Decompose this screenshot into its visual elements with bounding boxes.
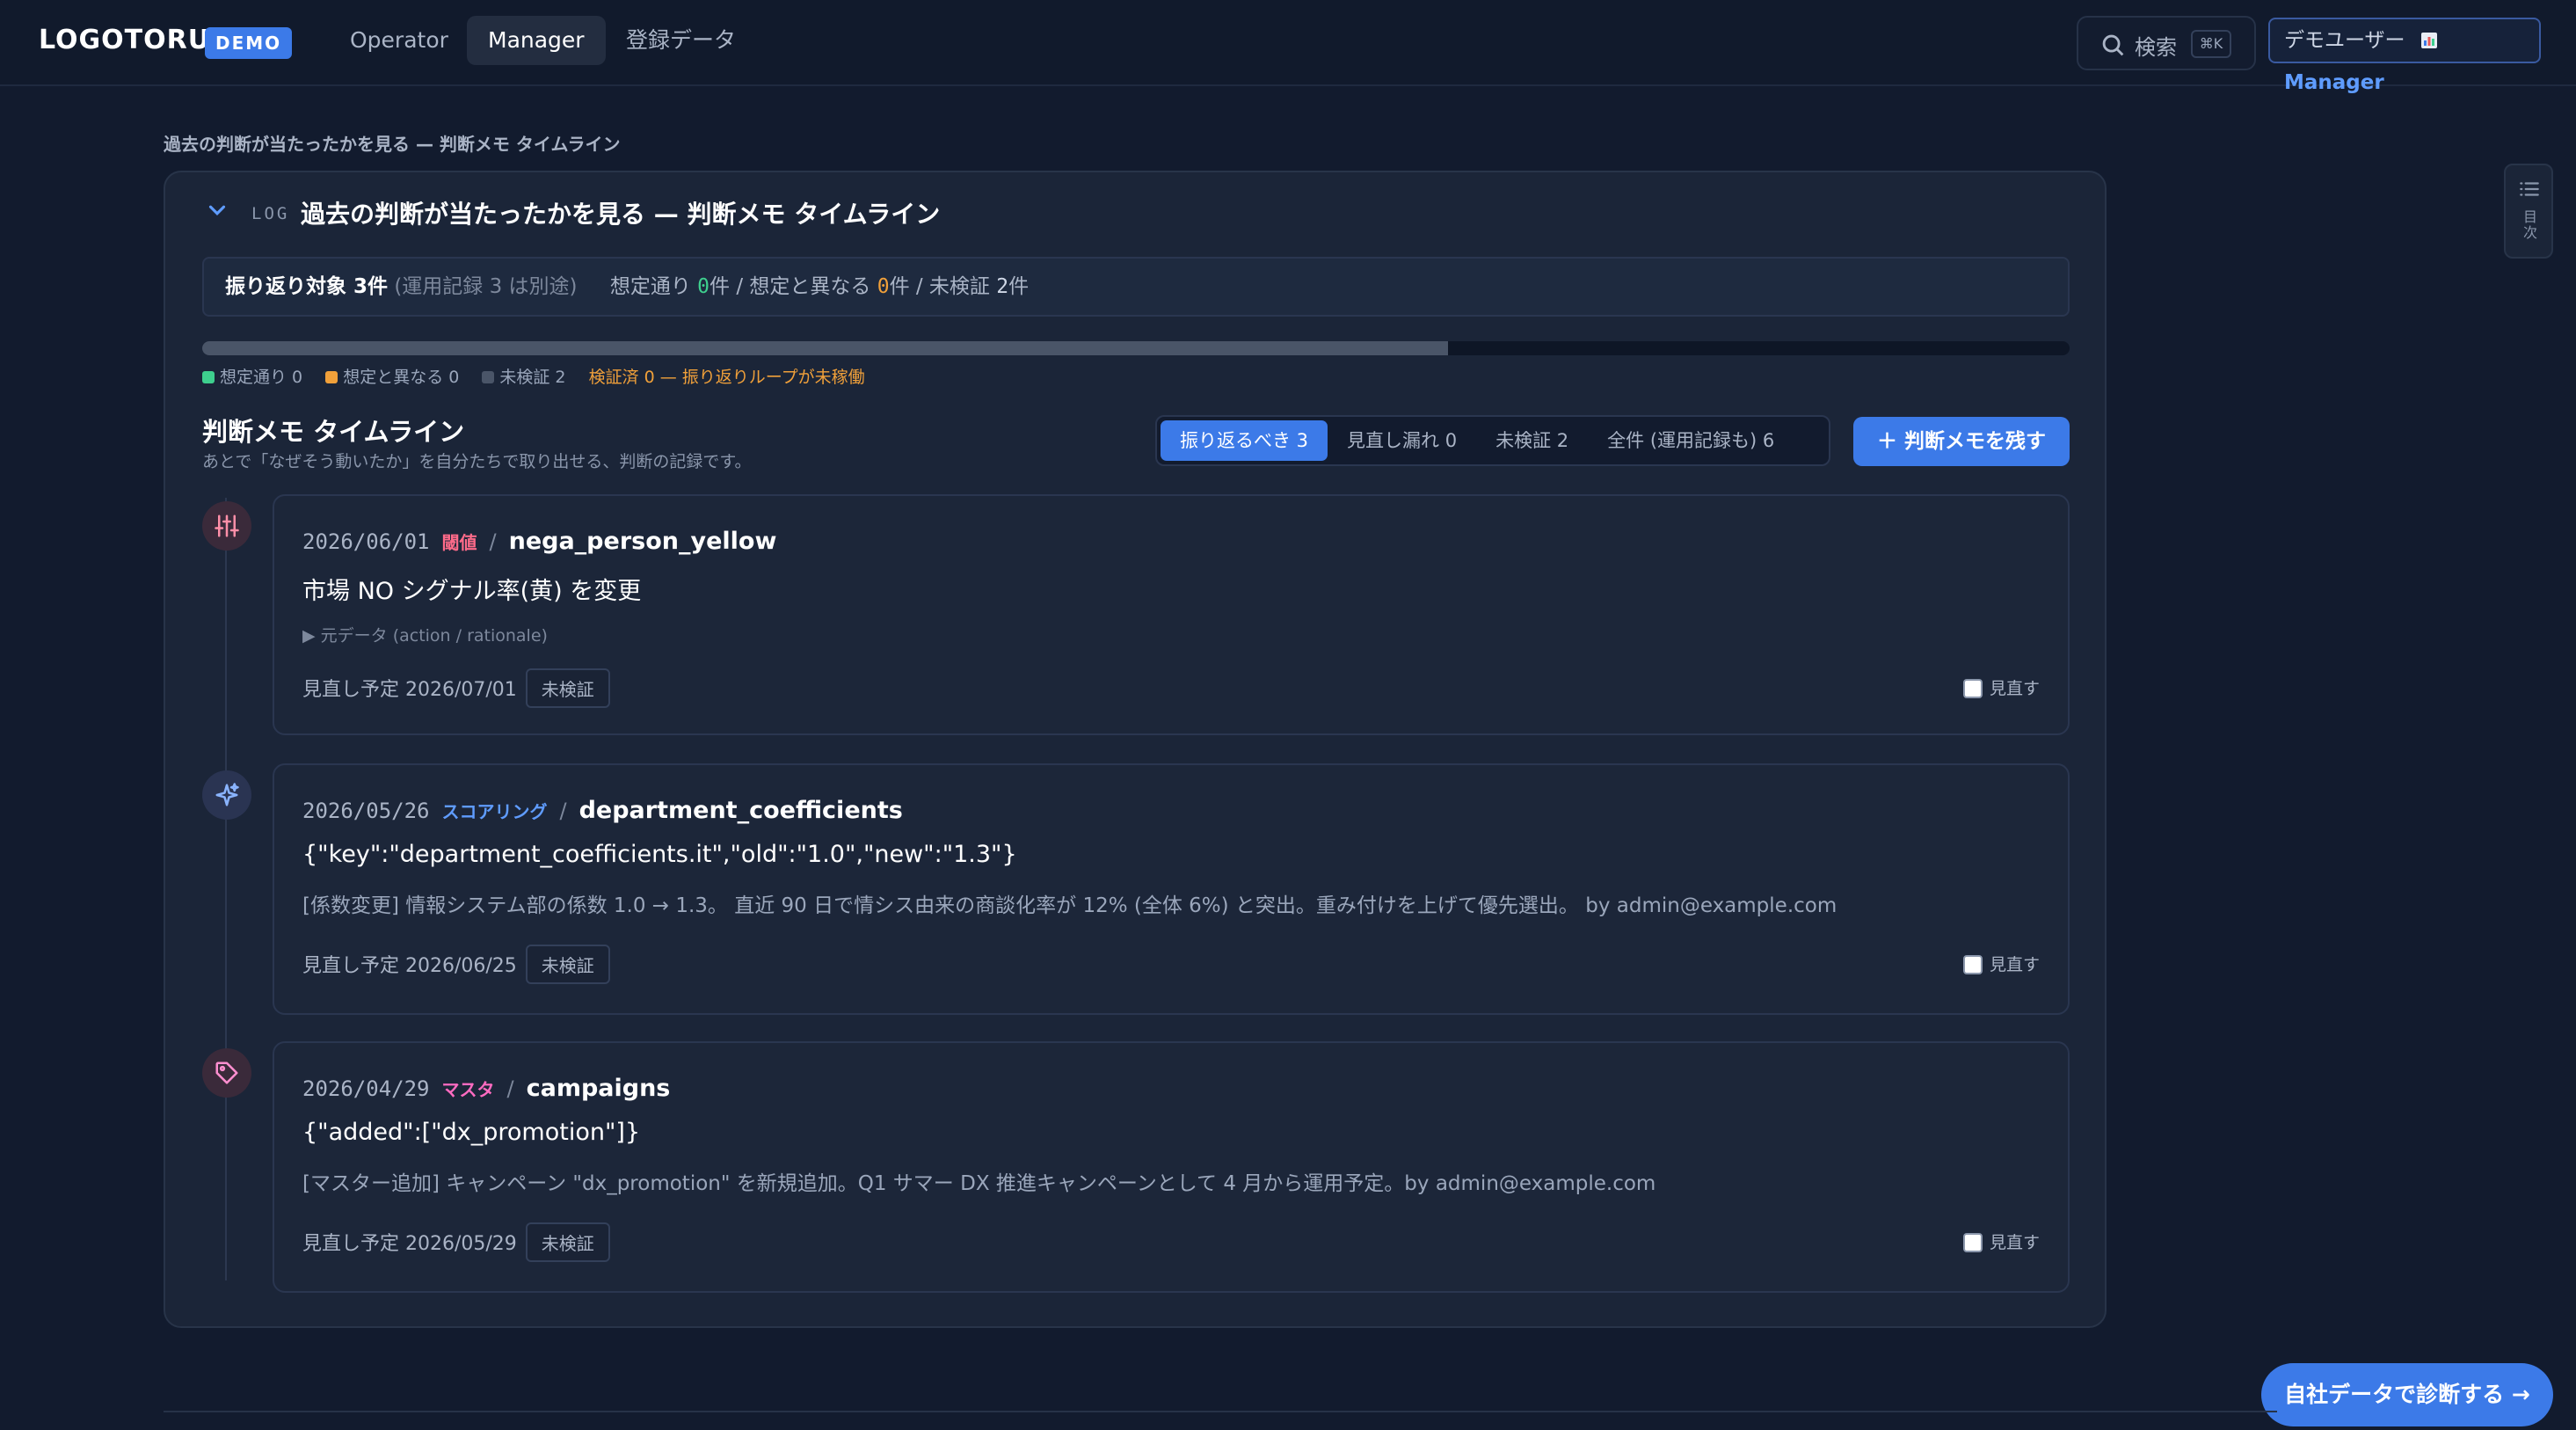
legend-different: 想定と異なる 0 — [343, 368, 460, 387]
add-decision-memo-button[interactable]: ＋ 判断メモを残す — [1853, 417, 2070, 466]
card-review-date: 見直し予定 2026/07/01 — [302, 679, 517, 701]
card-review: 見直し予定 2026/06/25 未検証 — [302, 945, 610, 984]
card-rationale: [係数変更] 情報システム部の係数 1.0 → 1.3。 直近 90 日で情シス… — [302, 894, 1837, 917]
chart-icon — [2420, 29, 2438, 52]
demo-badge: DEMO — [205, 27, 293, 59]
unverified-count: 2 — [996, 275, 1009, 298]
progress-legend: 想定通り 0 想定と異なる 0 未検証 2 検証済 0 — 振り返りループが未稼… — [202, 364, 865, 388]
review-target-count: 振り返り対象 3件 — [225, 275, 389, 298]
user-name: デモユーザー — [2284, 29, 2405, 52]
as-expected-count: 0 — [697, 275, 710, 298]
nav-registered-data[interactable]: 登録データ — [605, 16, 757, 65]
user-role: Manager — [2284, 71, 2384, 94]
card-category: マスタ — [441, 1079, 495, 1100]
verification-progress-bar — [202, 341, 2070, 355]
card-summary: {"added":["dx_promotion"]} — [302, 1119, 641, 1146]
decision-card: 2026/05/26 スコアリング / department_coefficients… — [273, 763, 2070, 1015]
table-of-contents-button[interactable]: 目次 — [2504, 164, 2553, 259]
status-badge: 未検証 — [525, 945, 610, 984]
decision-card: 2026/04/29 マスタ / campaigns {"added":["dx_pr… — [273, 1041, 2070, 1293]
card-date: 2026/04/29 — [302, 1076, 430, 1101]
sliders-icon — [215, 514, 239, 537]
timeline-marker — [202, 501, 251, 551]
search-icon — [2102, 34, 2124, 56]
card-target: nega_person_yellow — [508, 528, 777, 555]
checkbox-box[interactable] — [1962, 1233, 1983, 1252]
card-rationale: [マスター追加] キャンペーン "dx_promotion" を新規追加。Q1 … — [302, 1172, 1656, 1195]
timeline-marker — [202, 770, 251, 820]
timeline-filter-tabs: 振り返るべき 3 見直し漏れ 0 未検証 2 全件 (運用記録も) 6 — [1155, 415, 1830, 466]
decision-log-panel: LOG 過去の判断が当たったかを見る — 判断メモ タイムライン 振り返り対象 … — [164, 171, 2107, 1328]
tab-unverified[interactable]: 未検証 2 — [1476, 420, 1588, 461]
card-category: スコアリング — [441, 801, 548, 822]
log-tag: LOG — [251, 204, 290, 223]
status-badge: 未検証 — [525, 668, 610, 708]
breadcrumb: 過去の判断が当たったかを見る — 判断メモ タイムライン — [164, 134, 621, 155]
card-date: 2026/05/26 — [302, 799, 430, 823]
toc-label: 目次 — [2522, 208, 2537, 241]
diagnose-own-data-button[interactable]: 自社データで診断する → — [2261, 1363, 2553, 1426]
card-summary: 市場 NO シグナル率(黄) を変更 — [302, 578, 642, 605]
review-checkbox[interactable]: 見直す — [1962, 675, 2040, 699]
unverified-label: 件 / 未検証 — [889, 275, 997, 298]
card-target: department_coefficients — [579, 797, 903, 824]
review-checkbox-label: 見直す — [1989, 955, 2040, 974]
top-navigation-bar: LOGOTORU DEMO Operator Manager 登録データ 検索 … — [0, 0, 2576, 94]
sparkle-icon — [215, 783, 239, 806]
card-review-date: 見直し予定 2026/06/25 — [302, 955, 517, 977]
different-label: 件 / 想定と異なる — [709, 275, 877, 298]
status-badge: 未検証 — [525, 1222, 610, 1262]
nav-operator[interactable]: Operator — [329, 16, 469, 65]
timeline-title: 判断メモ タイムライン — [202, 417, 465, 447]
card-review-date: 見直し予定 2026/05/29 — [302, 1233, 517, 1255]
timeline-line — [225, 498, 227, 1280]
search-label: 検索 — [2135, 35, 2177, 60]
nav-manager[interactable]: Manager — [467, 16, 606, 65]
review-checkbox-label: 見直す — [1989, 1233, 2040, 1252]
as-expected-label: 想定通り — [609, 275, 698, 298]
review-checkbox[interactable]: 見直す — [1962, 1229, 2040, 1253]
review-summary: 振り返り対象 3件 (運用記録 3 は別途) 想定通り 0件 / 想定と異なる … — [202, 257, 2070, 317]
checkbox-box[interactable] — [1962, 679, 1983, 698]
chevron-down-icon[interactable] — [204, 197, 230, 223]
ops-note: (運用記録 3 は別途) — [394, 275, 578, 298]
different-count: 0 — [877, 275, 890, 298]
progress-fill — [202, 341, 1448, 355]
timeline-marker — [202, 1048, 251, 1098]
card-review: 見直し予定 2026/05/29 未検証 — [302, 1222, 610, 1262]
unverified-suffix: 件 — [1008, 275, 1030, 298]
verification-warning: 検証済 0 — 振り返りループが未稼働 — [588, 368, 865, 387]
card-review: 見直し予定 2026/07/01 未検証 — [302, 668, 610, 708]
tab-missed-review[interactable]: 見直し漏れ 0 — [1328, 420, 1476, 461]
search-shortcut: ⌘K — [2191, 30, 2231, 58]
review-checkbox[interactable]: 見直す — [1962, 952, 2040, 975]
card-raw-data-toggle[interactable]: ▶ 元データ (action / rationale) — [302, 623, 548, 646]
as-expected-swatch — [202, 371, 215, 383]
timeline-subtitle: あとで「なぜそう動いたか」を自分たちで取り出せる、判断の記録です。 — [202, 452, 752, 471]
card-summary: {"key":"department_coefficients.it","old… — [302, 841, 1017, 868]
card-category: 閾値 — [441, 532, 477, 553]
legend-as-expected: 想定通り 0 — [220, 368, 303, 387]
card-target: campaigns — [526, 1075, 671, 1102]
checkbox-box[interactable] — [1962, 955, 1983, 974]
search-button[interactable]: 検索 ⌘K — [2077, 16, 2256, 70]
decision-card: 2026/06/01 閾値 / nega_person_yellow 市場 NO シグ… — [273, 494, 2070, 735]
tab-should-review[interactable]: 振り返るべき 3 — [1161, 420, 1328, 461]
unverified-swatch — [482, 371, 495, 383]
legend-unverified: 未検証 2 — [499, 368, 566, 387]
tab-all[interactable]: 全件 (運用記録も) 6 — [1588, 420, 1794, 461]
different-swatch — [325, 371, 338, 383]
divider — [164, 1411, 2277, 1412]
card-date: 2026/06/01 — [302, 529, 430, 554]
list-icon — [2520, 182, 2539, 196]
panel-title: 過去の判断が当たったかを見る — 判断メモ タイムライン — [301, 200, 941, 229]
logo[interactable]: LOGOTORU — [39, 25, 210, 55]
review-checkbox-label: 見直す — [1989, 679, 2040, 698]
user-menu-button[interactable]: デモユーザー Manager — [2268, 18, 2541, 94]
tag-icon — [215, 1062, 238, 1084]
